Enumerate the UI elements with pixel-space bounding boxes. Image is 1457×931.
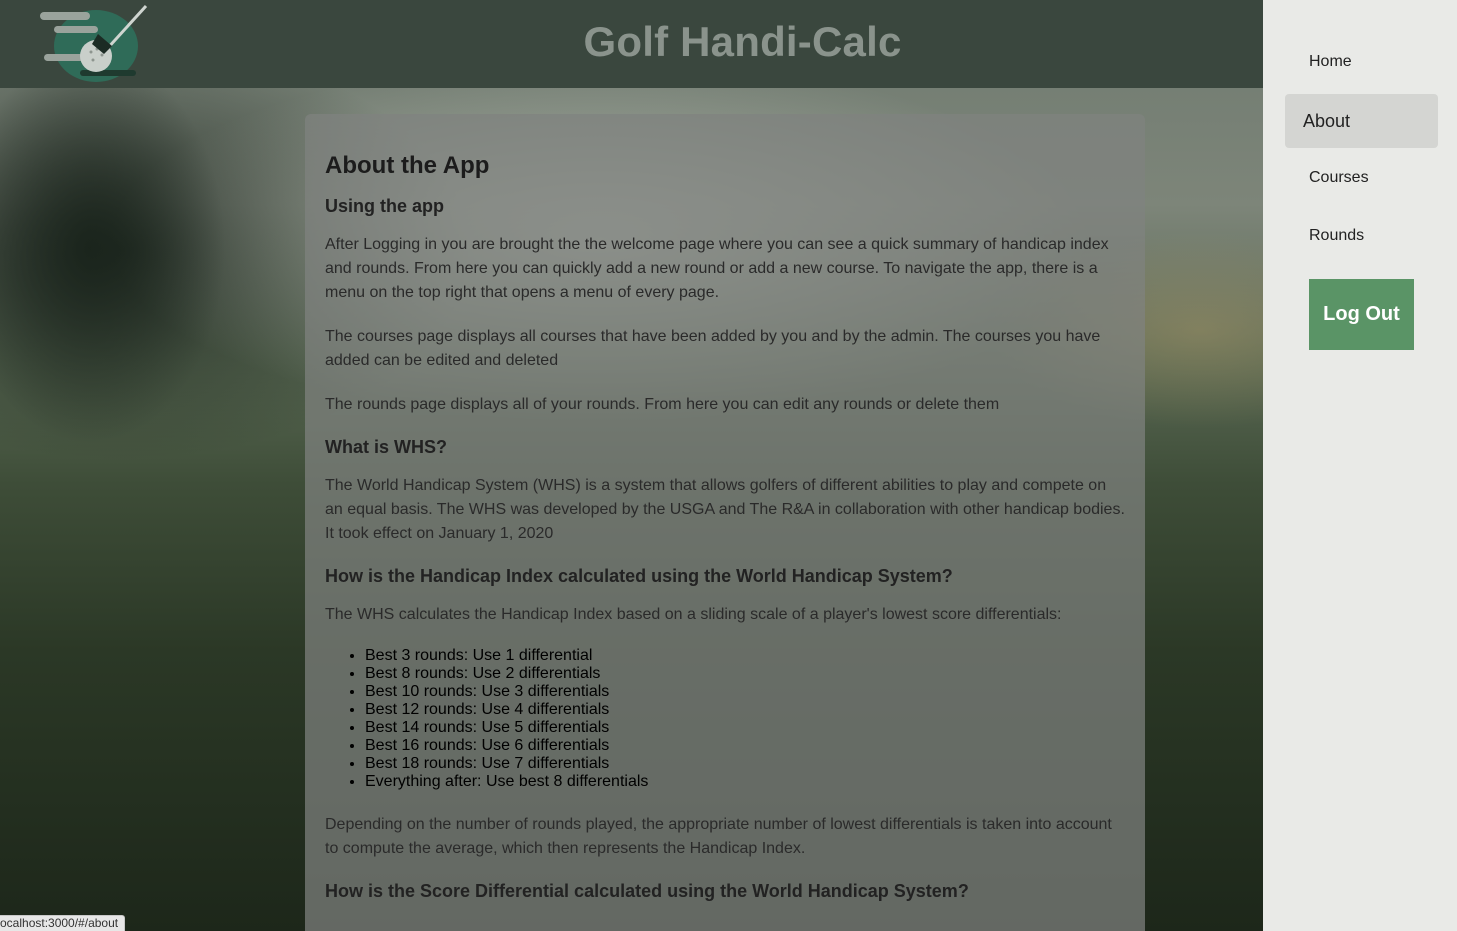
about-content-card: About the App Using the app After Loggin…	[305, 114, 1145, 931]
section-heading-handicap-index: How is the Handicap Index calculated usi…	[325, 566, 953, 586]
sidebar-item-home[interactable]: Home	[1285, 35, 1438, 89]
list-item: Best 3 rounds: Use 1 differential	[365, 647, 1125, 665]
list-item: Best 18 rounds: Use 7 differentials	[365, 755, 1125, 773]
list-item: Best 10 rounds: Use 3 differentials	[365, 683, 1125, 701]
sidebar-menu: Home About Courses Rounds Log Out	[1263, 0, 1457, 931]
list-item: Best 16 rounds: Use 6 differentials	[365, 737, 1125, 755]
list-item: Best 14 rounds: Use 5 differentials	[365, 719, 1125, 737]
background-trees	[0, 88, 260, 508]
page-title: About the App	[325, 152, 490, 179]
sidebar-item-about[interactable]: About	[1285, 94, 1438, 148]
paragraph-using-app-welcome: After Logging in you are brought the the…	[325, 236, 1109, 301]
sidebar-item-courses[interactable]: Courses	[1285, 151, 1438, 205]
section-heading-score-differential: How is the Score Differential calculated…	[325, 881, 969, 901]
app-title: Golf Handi-Calc	[583, 18, 902, 65]
section-heading-whs: What is WHS?	[325, 437, 447, 457]
differentials-list: Best 3 rounds: Use 1 differential Best 8…	[365, 647, 1125, 791]
paragraph-using-app-rounds: The rounds page displays all of your rou…	[325, 396, 1000, 413]
section-heading-using-app: Using the app	[325, 196, 445, 216]
list-item: Everything after: Use best 8 differentia…	[365, 773, 1125, 791]
paragraph-using-app-courses: The courses page displays all courses th…	[325, 328, 1101, 369]
status-bar-url: ocalhost:3000/#/about	[0, 915, 126, 931]
app-header: Golf Handi-Calc	[0, 0, 1263, 88]
list-item: Best 8 rounds: Use 2 differentials	[365, 665, 1125, 683]
logout-button[interactable]: Log Out	[1309, 279, 1414, 350]
list-item: Best 12 rounds: Use 4 differentials	[365, 701, 1125, 719]
paragraph-handicap-index-intro: The WHS calculates the Handicap Index ba…	[325, 606, 1062, 623]
sidebar-item-rounds[interactable]: Rounds	[1285, 209, 1438, 263]
paragraph-handicap-index-average: Depending on the number of rounds played…	[325, 816, 1112, 857]
paragraph-whs: The World Handicap System (WHS) is a sys…	[325, 477, 1125, 542]
